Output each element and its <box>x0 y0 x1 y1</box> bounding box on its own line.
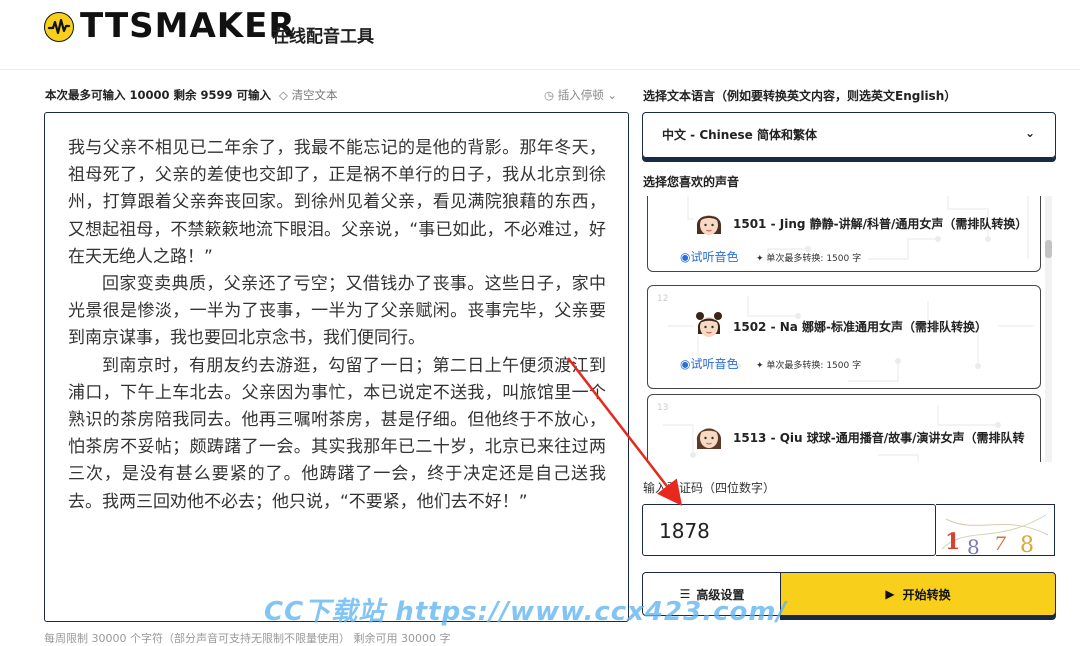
insert-pause-label: 插入停顿 <box>557 88 604 102</box>
scrollbar-thumb[interactable] <box>1045 240 1052 258</box>
insert-pause-dropdown[interactable]: ◷ 插入停顿 ⌄ <box>544 87 617 103</box>
voice-list[interactable]: 1501 - Jing 静静-讲解/科普/通用女声（需排队转换） ◉试听音色 ✦… <box>645 196 1057 462</box>
captcha-label: 输入验证码（四位数字） <box>643 481 776 495</box>
start-conversion-button[interactable]: ▶ 开始转换 <box>780 572 1056 616</box>
captcha-digits: 1 8 7 8 <box>941 514 1049 556</box>
weekly-limit-note: 每周限制 30000 个字符（部分声音可支持无限制不限量使用） 剩余可用 300… <box>44 632 451 645</box>
preview-voice-label: 试听音色 <box>690 357 739 371</box>
voice-limit: ✦ 单次最多转换: 1500 字 <box>756 358 861 371</box>
logo-text[interactable]: TTSMAKER <box>80 6 296 46</box>
eraser-icon: ◇ <box>279 88 288 102</box>
avatar-female-icon <box>693 420 725 452</box>
voice-card[interactable]: 1501 - Jing 静静-讲解/科普/通用女声（需排队转换） ◉试听音色 ✦… <box>647 196 1041 272</box>
voice-card[interactable]: 12 1502 - Na 娜娜-标准通用女声（需排队转换） ◉试听音色 ✦ 单次… <box>647 285 1041 389</box>
voice-name: 1501 - Jing 静静-讲解/科普/通用女声（需排队转换） <box>733 217 1028 231</box>
sparkle-icon: ✦ <box>756 254 764 264</box>
play-circle-icon: ▶ <box>885 587 895 601</box>
voice-name: 1513 - Qiu 球球-通用播音/故事/演讲女声（需排队转 <box>733 431 1025 445</box>
captcha-image[interactable]: 1 8 7 8 <box>936 504 1055 556</box>
clear-text-label: 清空文本 <box>291 88 338 102</box>
language-selected-value: 中文 - Chinese 简体和繁体 <box>662 128 817 142</box>
captcha-input[interactable]: 1878 <box>642 504 936 556</box>
avatar-female-icon <box>693 309 725 341</box>
voice-list-scrollbar[interactable] <box>1045 196 1052 462</box>
chevron-down-icon: ⌄ <box>1024 126 1035 140</box>
voice-label: 选择您喜欢的声音 <box>643 175 740 189</box>
captcha-digit: 7 <box>994 533 1007 555</box>
preview-voice-label: 试听音色 <box>690 250 739 264</box>
text-paragraph: 我与父亲不相见已二年余了，我最不能忘记的是他的背影。那年冬天，祖母死了，父亲的差… <box>68 138 606 267</box>
captcha-digit: 8 <box>1020 533 1034 556</box>
text-input-area[interactable]: 我与父亲不相见已二年余了，我最不能忘记的是他的背影。那年冬天，祖母死了，父亲的差… <box>44 112 629 622</box>
preview-voice-button[interactable]: ◉试听音色 <box>680 248 739 265</box>
play-circle-icon: ◉ <box>680 250 691 264</box>
voice-limit-text: 单次最多转换: 1500 字 <box>766 254 862 264</box>
text-paragraph: 回家变卖典质，父亲还了亏空；又借钱办了丧事。这些日子，家中光景很是惨淡，一半为了… <box>68 274 606 349</box>
avatar-female-icon <box>693 207 725 239</box>
voice-name: 1502 - Na 娜娜-标准通用女声（需排队转换） <box>733 320 988 334</box>
clock-icon: ◷ <box>544 88 555 102</box>
chevron-down-icon: ⌄ <box>607 88 617 102</box>
header: TTSMAKER 在线配音工具 <box>0 0 1080 70</box>
voice-card-index: 12 <box>657 294 669 304</box>
site-watermark: CC下载站 https://www.ccx423.com/ <box>264 597 787 627</box>
clear-text-button[interactable]: ◇ 清空文本 <box>279 88 338 102</box>
voice-limit-text: 单次最多转换: 1500 字 <box>766 361 862 371</box>
voice-limit: ✦ 单次最多转换: 1500 字 <box>756 251 861 264</box>
voice-card-index: 13 <box>657 403 669 413</box>
voice-card[interactable]: 13 1513 - Qiu 球球-通用播音/故事/演讲女声（需排队转 <box>647 394 1041 462</box>
captcha-digit: 1 <box>945 529 960 555</box>
character-limit-text: 本次最多可输入 10000 剩余 9599 可输入 <box>45 88 272 102</box>
language-select[interactable]: 中文 - Chinese 简体和繁体 ⌄ <box>642 112 1056 158</box>
language-label: 选择文本语言（例如要转换英文内容，则选英文English） <box>643 89 957 103</box>
logo-wave-icon <box>44 12 74 42</box>
logo-subtitle: 在线配音工具 <box>272 27 374 47</box>
character-limit-info: 本次最多可输入 10000 剩余 9599 可输入 ◇ 清空文本 <box>45 87 338 103</box>
text-paragraph: 到南京时，有朋友约去游逛，勾留了一日；第二日上午便须渡江到浦口，下午上车北去。父… <box>68 355 606 512</box>
captcha-digit: 8 <box>967 535 980 556</box>
start-conversion-label: 开始转换 <box>902 587 951 602</box>
play-circle-icon: ◉ <box>680 357 691 371</box>
sparkle-icon: ✦ <box>756 361 764 371</box>
preview-voice-button[interactable]: ◉试听音色 <box>680 355 739 372</box>
